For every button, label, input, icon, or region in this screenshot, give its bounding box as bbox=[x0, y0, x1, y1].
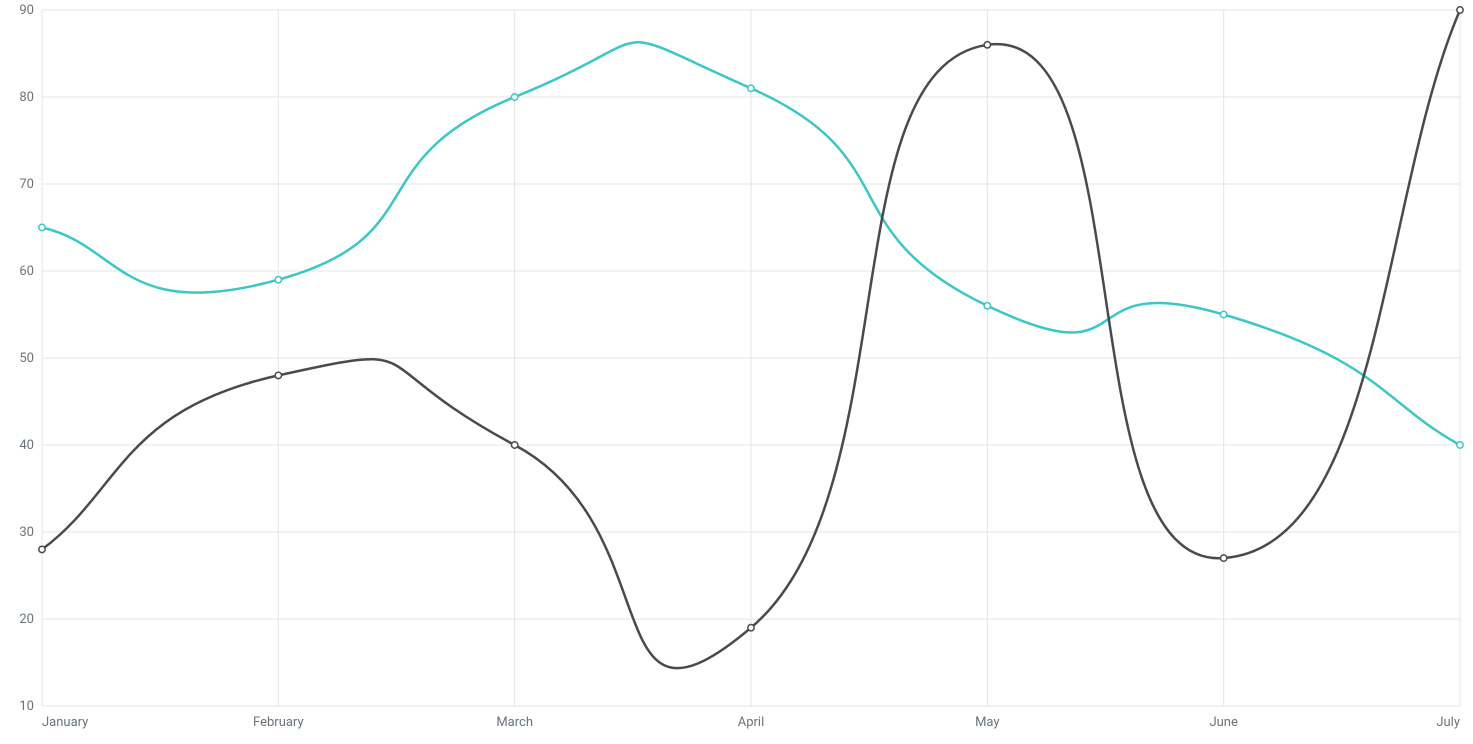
y-tick-label: 60 bbox=[19, 264, 34, 279]
data-point-series1-1[interactable] bbox=[275, 372, 281, 378]
chart-canvas: 10 20 30 40 50 60 70 80 90 January February March Ap… bbox=[0, 0, 1473, 744]
data-point-series1-6[interactable] bbox=[1457, 7, 1463, 13]
line-chart[interactable]: 10 20 30 40 50 60 70 80 90 January February March Ap… bbox=[0, 0, 1473, 744]
y-tick-label: 20 bbox=[19, 612, 34, 627]
data-point-series1-0[interactable] bbox=[39, 546, 45, 552]
data-point-series0-3[interactable] bbox=[748, 85, 754, 91]
data-point-series1-3[interactable] bbox=[748, 625, 754, 631]
x-tick-label: February bbox=[253, 715, 304, 730]
data-point-series1-4[interactable] bbox=[984, 42, 990, 48]
data-point-series1-5[interactable] bbox=[1220, 555, 1226, 561]
data-point-series1-2[interactable] bbox=[511, 442, 517, 448]
x-tick-label: January bbox=[42, 715, 88, 730]
data-point-series0-5[interactable] bbox=[1220, 311, 1226, 317]
x-tick-label: May bbox=[975, 715, 999, 730]
data-point-series0-1[interactable] bbox=[275, 277, 281, 283]
data-point-series0-2[interactable] bbox=[511, 94, 517, 100]
y-tick-label: 40 bbox=[19, 438, 34, 453]
y-tick-label: 80 bbox=[19, 90, 34, 105]
x-tick-label: March bbox=[496, 715, 533, 730]
data-point-series0-4[interactable] bbox=[984, 303, 990, 309]
data-point-series0-0[interactable] bbox=[39, 224, 45, 230]
y-tick-label: 10 bbox=[19, 699, 34, 714]
y-tick-label: 70 bbox=[19, 177, 34, 192]
x-tick-label: June bbox=[1209, 715, 1238, 730]
data-point-series0-6[interactable] bbox=[1457, 442, 1463, 448]
y-tick-label: 50 bbox=[19, 351, 34, 366]
x-tick-label: July bbox=[1436, 715, 1460, 730]
x-tick-label: April bbox=[738, 715, 765, 730]
y-tick-label: 90 bbox=[19, 3, 34, 18]
y-tick-label: 30 bbox=[19, 525, 34, 540]
